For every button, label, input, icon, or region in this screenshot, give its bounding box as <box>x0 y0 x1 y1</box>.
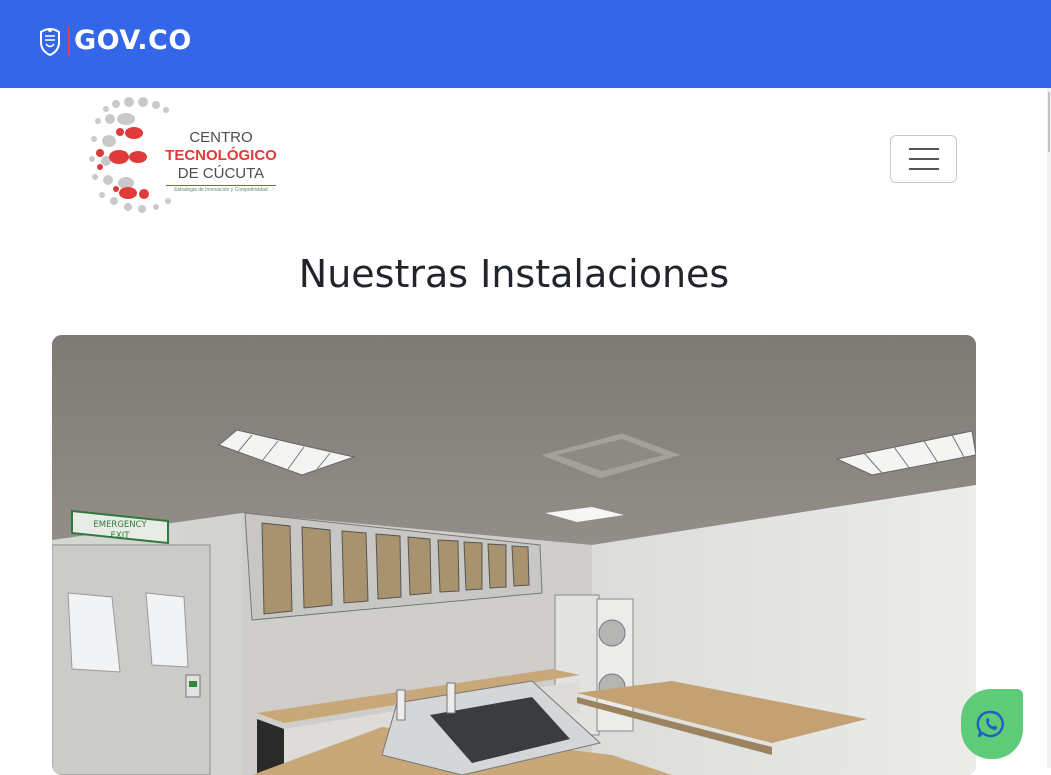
brand-line-tecnologico: TECNOLÓGICO <box>165 147 277 164</box>
site-header: CENTRO TECNOLÓGICO DE CÚCUTA Estrategia … <box>0 88 1051 238</box>
exit-sign-line2: EXIT <box>111 531 131 541</box>
page-title: Nuestras Instalaciones <box>298 252 730 296</box>
navbar-toggler-button[interactable] <box>890 135 957 183</box>
whatsapp-icon <box>976 710 1004 738</box>
facilities-photo: EMERGENCY EXIT <box>52 335 976 775</box>
gov-logo-separator <box>68 25 70 56</box>
gov-co-logo-link[interactable]: GOV.CO <box>37 25 192 56</box>
brand-tagline: Estrategia de Innovación y Competitivida… <box>174 187 268 193</box>
centro-tecnologico-logo-link[interactable]: CENTRO TECNOLÓGICO DE CÚCUTA Estrategia … <box>86 97 286 217</box>
brand-line-de-cucuta: DE CÚCUTA <box>177 165 265 182</box>
whatsapp-chat-button[interactable] <box>961 689 1023 759</box>
colombia-shield-icon <box>40 27 60 56</box>
door <box>52 544 211 775</box>
brand-divider <box>166 185 276 186</box>
brand-wordmark: CENTRO TECNOLÓGICO DE CÚCUTA Estrategia … <box>162 129 280 193</box>
lab-room-render: EMERGENCY EXIT <box>52 335 976 775</box>
brand-line-centro: CENTRO <box>189 129 253 146</box>
exit-sign-line1: EMERGENCY <box>93 520 147 530</box>
gov-top-bar: GOV.CO <box>0 0 1051 88</box>
gov-logo-text: GOV.CO <box>74 25 192 56</box>
